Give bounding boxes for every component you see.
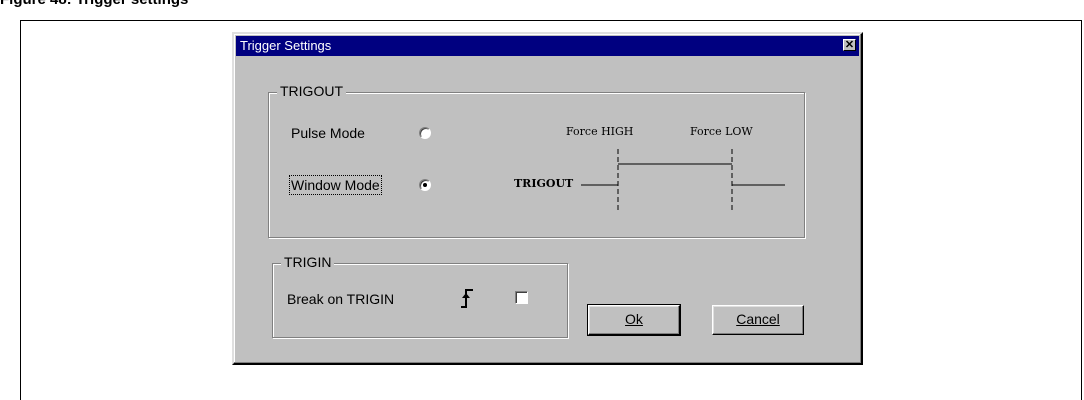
ok-button[interactable]: Ok bbox=[587, 304, 681, 336]
dialog-title: Trigger Settings bbox=[240, 38, 332, 53]
trigout-signal-label: TRIGOUT bbox=[514, 177, 574, 190]
trigout-group: TRIGOUT Pulse Mode Window Mode Force HIG… bbox=[268, 83, 805, 238]
force-high-label: Force HIGH bbox=[566, 125, 634, 138]
trigger-settings-dialog: Trigger Settings ✕ TRIGOUT Pulse Mode Wi… bbox=[232, 32, 863, 365]
trigin-group-label: TRIGIN bbox=[281, 254, 335, 270]
figure-caption: Figure 48: Trigger settings bbox=[0, 0, 188, 8]
cancel-button[interactable]: Cancel bbox=[712, 305, 804, 335]
ok-button-label: Ok bbox=[625, 311, 643, 327]
trigin-group: TRIGIN Break on TRIGIN bbox=[272, 254, 568, 338]
rising-edge-icon bbox=[461, 289, 473, 308]
force-low-label: Force LOW bbox=[690, 125, 753, 138]
close-icon: ✕ bbox=[844, 39, 855, 51]
close-button[interactable]: ✕ bbox=[843, 39, 856, 51]
trigout-timing-diagram bbox=[581, 149, 785, 211]
title-bar[interactable]: Trigger Settings ✕ bbox=[236, 36, 859, 56]
cancel-button-label: Cancel bbox=[736, 311, 780, 327]
break-on-trigin-checkbox[interactable] bbox=[515, 291, 528, 304]
break-on-trigin-label[interactable]: Break on TRIGIN bbox=[287, 291, 394, 307]
